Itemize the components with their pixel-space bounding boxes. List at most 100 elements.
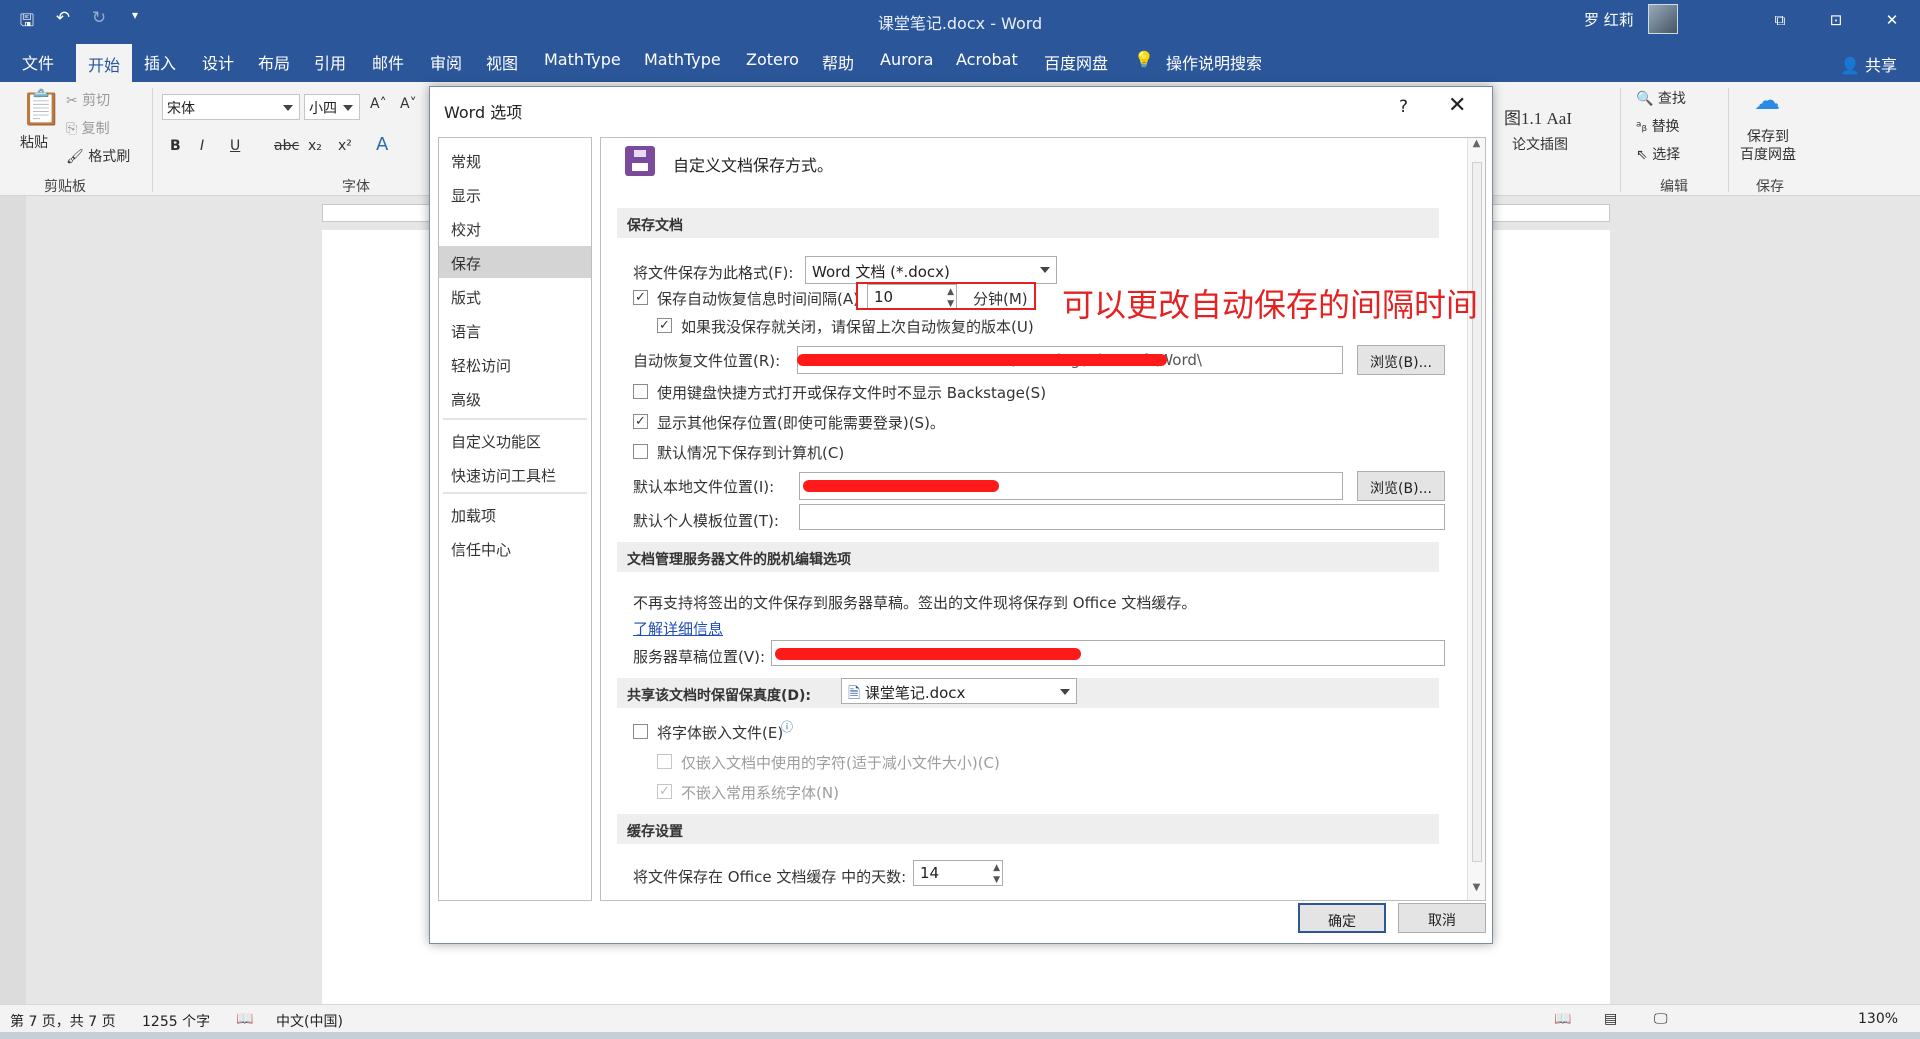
chevron-down-icon (1060, 689, 1070, 695)
superscript-icon[interactable]: x² (338, 138, 352, 154)
print-layout-icon[interactable]: ▤ (1604, 1011, 1617, 1027)
tab-insert[interactable]: 插入 (144, 50, 176, 74)
embed-used-chars-checkbox[interactable] (657, 754, 672, 769)
nav-trust-center[interactable]: 信任中心 (439, 532, 591, 564)
cancel-button[interactable]: 取消 (1398, 903, 1486, 933)
proofing-icon[interactable]: 📖 (236, 1011, 253, 1027)
default-template-location-input[interactable] (799, 504, 1445, 530)
customize-qat-icon[interactable]: ▾ (124, 8, 146, 37)
nav-language[interactable]: 语言 (439, 314, 591, 346)
close-window-icon[interactable]: ✕ (1864, 0, 1920, 40)
nav-addins[interactable]: 加载项 (439, 498, 591, 530)
save-format-select[interactable]: Word 文档 (*.docx) (805, 256, 1057, 284)
show-other-locations-checkbox[interactable]: ✓ (633, 414, 648, 429)
zoom-level[interactable]: 130% (1858, 1011, 1898, 1027)
font-size-select[interactable]: 小四 (304, 94, 360, 120)
content-scrollbar[interactable]: ▲ ▼ (1467, 138, 1485, 900)
tab-home[interactable]: 开始 (76, 44, 133, 82)
save-to-baidu-button[interactable]: 保存到 百度网盘 (1740, 128, 1796, 164)
spinner-arrows-icon[interactable]: ▲ ▼ (993, 862, 1000, 886)
cache-days-input[interactable]: 14 ▲ ▼ (913, 860, 1003, 886)
find-button[interactable]: 🔍 查找 (1636, 88, 1686, 108)
tell-me-search[interactable]: 操作说明搜索 (1166, 50, 1262, 74)
fidelity-doc-select[interactable]: 🗎 课堂笔记.docx (841, 678, 1077, 704)
page-count[interactable]: 第 7 页，共 7 页 (10, 1011, 116, 1031)
web-layout-icon[interactable]: 🖵 (1654, 1011, 1668, 1027)
tab-baidu[interactable]: 百度网盘 (1044, 50, 1108, 74)
select-button[interactable]: ⇖ 选择 (1636, 144, 1680, 164)
text-effects-icon[interactable]: A (376, 134, 388, 155)
embed-fonts-checkbox[interactable] (633, 724, 648, 739)
italic-icon[interactable]: I (200, 138, 204, 154)
help-icon[interactable]: ? (1399, 97, 1408, 117)
format-painter-button[interactable]: 🖌 格式刷 (66, 146, 130, 166)
ok-button[interactable]: 确定 (1298, 903, 1386, 933)
default-computer-checkbox[interactable] (633, 444, 648, 459)
nav-save[interactable]: 保存 (439, 246, 591, 278)
subscript-icon[interactable]: x₂ (308, 138, 322, 154)
tab-view[interactable]: 视图 (486, 50, 518, 74)
restore-icon[interactable]: ⊡ (1808, 0, 1864, 40)
nav-general[interactable]: 常规 (439, 144, 591, 176)
no-common-fonts-checkbox[interactable]: ✓ (657, 784, 672, 799)
nav-quick-access[interactable]: 快速访问工具栏 (439, 458, 591, 490)
paste-button[interactable]: 粘贴 (20, 132, 48, 152)
read-mode-icon[interactable]: 📖 (1554, 1011, 1571, 1027)
copy-button[interactable]: ⎘ 复制 (66, 118, 110, 138)
tab-review[interactable]: 审阅 (430, 50, 462, 74)
replace-button[interactable]: ᵃᵦ 替换 (1636, 116, 1680, 136)
user-name[interactable]: 罗 红莉 (1584, 9, 1634, 30)
nav-accessibility[interactable]: 轻松访问 (439, 348, 591, 380)
nav-typography[interactable]: 版式 (439, 280, 591, 312)
tab-design[interactable]: 设计 (202, 50, 234, 74)
tab-acrobat[interactable]: Acrobat (956, 50, 1018, 69)
save-format-value: Word 文档 (*.docx) (812, 263, 950, 281)
tab-layout[interactable]: 布局 (258, 50, 290, 74)
tab-mathtype-2[interactable]: MathType (644, 50, 721, 69)
redaction-mark (797, 354, 1167, 366)
word-count[interactable]: 1255 个字 (142, 1011, 210, 1031)
info-icon[interactable]: ⓘ (781, 718, 793, 735)
share-button[interactable]: 👤 共享 (1840, 52, 1897, 76)
browse-autorecover-button[interactable]: 浏览(B)... (1357, 345, 1445, 375)
tab-references[interactable]: 引用 (314, 50, 346, 74)
tab-zotero[interactable]: Zotero (746, 50, 799, 69)
baidu-cloud-icon[interactable]: ☁ (1754, 86, 1780, 116)
shrink-font-icon[interactable]: A˅ (400, 96, 417, 112)
tab-help[interactable]: 帮助 (822, 50, 854, 74)
font-size-value: 小四 (309, 101, 337, 117)
undo-icon[interactable]: ↶ (52, 8, 74, 37)
keep-last-version-checkbox[interactable]: ✓ (657, 318, 672, 333)
grow-font-icon[interactable]: A˄ (370, 96, 387, 112)
learn-more-link[interactable]: 了解详细信息 (633, 618, 723, 639)
ribbon-display-icon[interactable]: ⧉ (1752, 0, 1808, 40)
avatar[interactable] (1648, 4, 1678, 34)
nav-advanced[interactable]: 高级 (439, 382, 591, 414)
redo-icon[interactable]: ↻ (88, 8, 110, 37)
tab-mathtype-1[interactable]: MathType (544, 50, 621, 69)
close-icon[interactable]: ✕ (1448, 93, 1466, 118)
save-icon[interactable]: 🖫 (16, 8, 38, 37)
paste-icon[interactable]: 📋 (20, 88, 62, 128)
tab-aurora[interactable]: Aurora (880, 50, 933, 69)
font-name-select[interactable]: 宋体 (162, 94, 300, 120)
scroll-up-icon[interactable]: ▲ (1468, 138, 1485, 155)
highlight-box (856, 282, 1036, 310)
nav-display[interactable]: 显示 (439, 178, 591, 210)
underline-icon[interactable]: U (230, 138, 240, 154)
tab-mailings[interactable]: 邮件 (372, 50, 404, 74)
cut-button[interactable]: ✂ 剪切 (66, 90, 110, 110)
autorecover-checkbox[interactable]: ✓ (633, 290, 648, 305)
nav-customize-ribbon[interactable]: 自定义功能区 (439, 424, 591, 456)
no-backstage-checkbox[interactable] (633, 384, 648, 399)
scroll-thumb[interactable] (1472, 162, 1482, 862)
scroll-down-icon[interactable]: ▼ (1468, 882, 1485, 899)
bold-icon[interactable]: B (170, 138, 181, 154)
tab-file[interactable]: 文件 (22, 50, 54, 74)
style-name[interactable]: 论文插图 (1512, 134, 1568, 154)
language-indicator[interactable]: 中文(中国) (276, 1011, 343, 1031)
style-sample[interactable]: 图1.1 AaI (1504, 104, 1572, 129)
nav-proofing[interactable]: 校对 (439, 212, 591, 244)
browse-local-button[interactable]: 浏览(B)... (1357, 471, 1445, 501)
strikethrough-icon[interactable]: abc (274, 138, 299, 154)
